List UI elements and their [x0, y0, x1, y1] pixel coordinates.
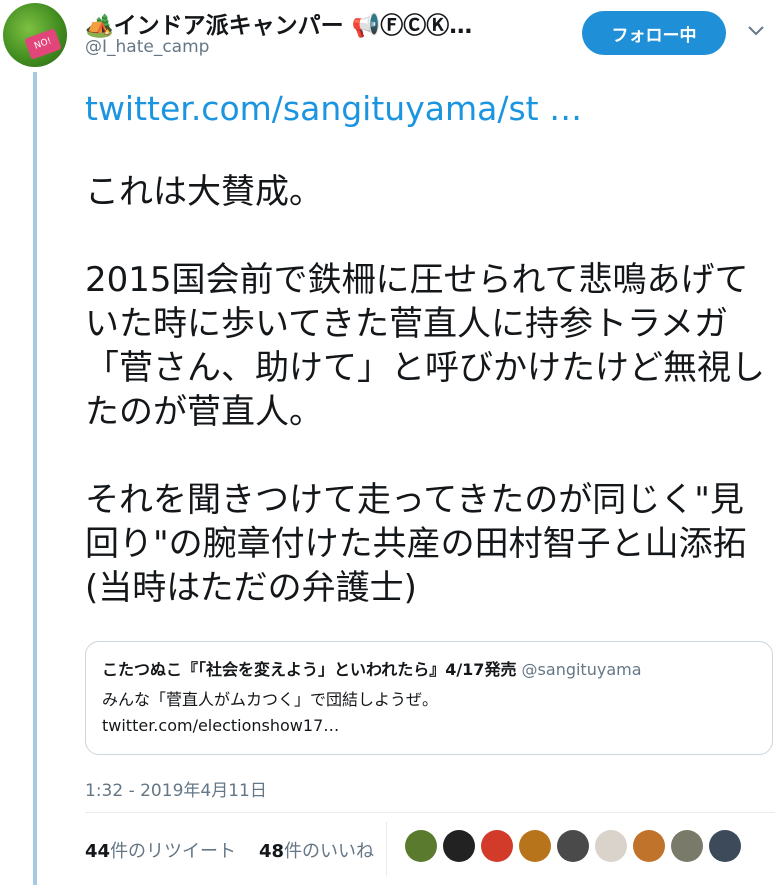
- avatar-sign: NO!: [24, 28, 62, 60]
- thread-connector-line: [33, 72, 37, 885]
- retweets-label: 件のリツイート: [110, 841, 237, 862]
- tweet-stats: 44件のリツイート 48件のいいね: [85, 837, 374, 863]
- stats-separator: [386, 822, 387, 876]
- stats-divider: [85, 812, 775, 813]
- retweets-stat[interactable]: 44件のリツイート: [85, 841, 236, 862]
- likes-stat[interactable]: 48件のいいね: [259, 841, 374, 862]
- likes-count: 48: [258, 841, 285, 862]
- quoted-tweet-header: こたつぬこ『「社会を変えよう」といわれたら』4/17発売 @sangituyam…: [102, 656, 772, 680]
- liker-avatar-icon[interactable]: [557, 830, 589, 862]
- quoted-tweet-card[interactable]: こたつぬこ『「社会を変えよう」といわれたら』4/17発売 @sangituyam…: [85, 641, 773, 755]
- likes-label: 件のいいね: [284, 841, 375, 862]
- chevron-down-icon[interactable]: [748, 20, 764, 41]
- quoted-tweet-link[interactable]: twitter.com/electionshow17…: [102, 716, 772, 735]
- author-avatar[interactable]: NO!: [3, 3, 67, 67]
- quoted-tweet-text: みんな「菅直人がムカつく」で団結しようぜ。: [102, 690, 439, 709]
- quoted-author-name: こたつぬこ『「社会を変えよう」といわれたら』4/17発売: [102, 660, 517, 679]
- retweets-count: 44: [85, 841, 111, 862]
- liker-avatar-icon[interactable]: [709, 830, 741, 862]
- tweet-link[interactable]: twitter.com/sangituyama/st …: [85, 89, 582, 128]
- quoted-author-handle: @sangituyama: [521, 660, 642, 679]
- liker-avatar-icon[interactable]: [671, 830, 703, 862]
- liker-avatar-icon[interactable]: [481, 830, 513, 862]
- liker-avatar-icon[interactable]: [405, 830, 437, 862]
- author-display-name[interactable]: 🏕️インドア派キャンパー 📢ⒻⒸⓀ…: [85, 6, 472, 40]
- following-button[interactable]: フォロー中: [582, 11, 726, 55]
- liker-avatar-icon[interactable]: [519, 830, 551, 862]
- liker-avatar-icon[interactable]: [595, 830, 627, 862]
- tweet-timestamp[interactable]: 1:32 - 2019年4月11日: [85, 776, 267, 801]
- author-handle[interactable]: @I_hate_camp: [85, 37, 209, 57]
- tweet-text: これは大賛成。 2015国会前で鉄柵に圧せられて悲鳴あげていた時に歩いてきた菅直…: [85, 172, 765, 608]
- liker-avatars: [405, 830, 741, 862]
- liker-avatar-icon[interactable]: [443, 830, 475, 862]
- liker-avatar-icon[interactable]: [633, 830, 665, 862]
